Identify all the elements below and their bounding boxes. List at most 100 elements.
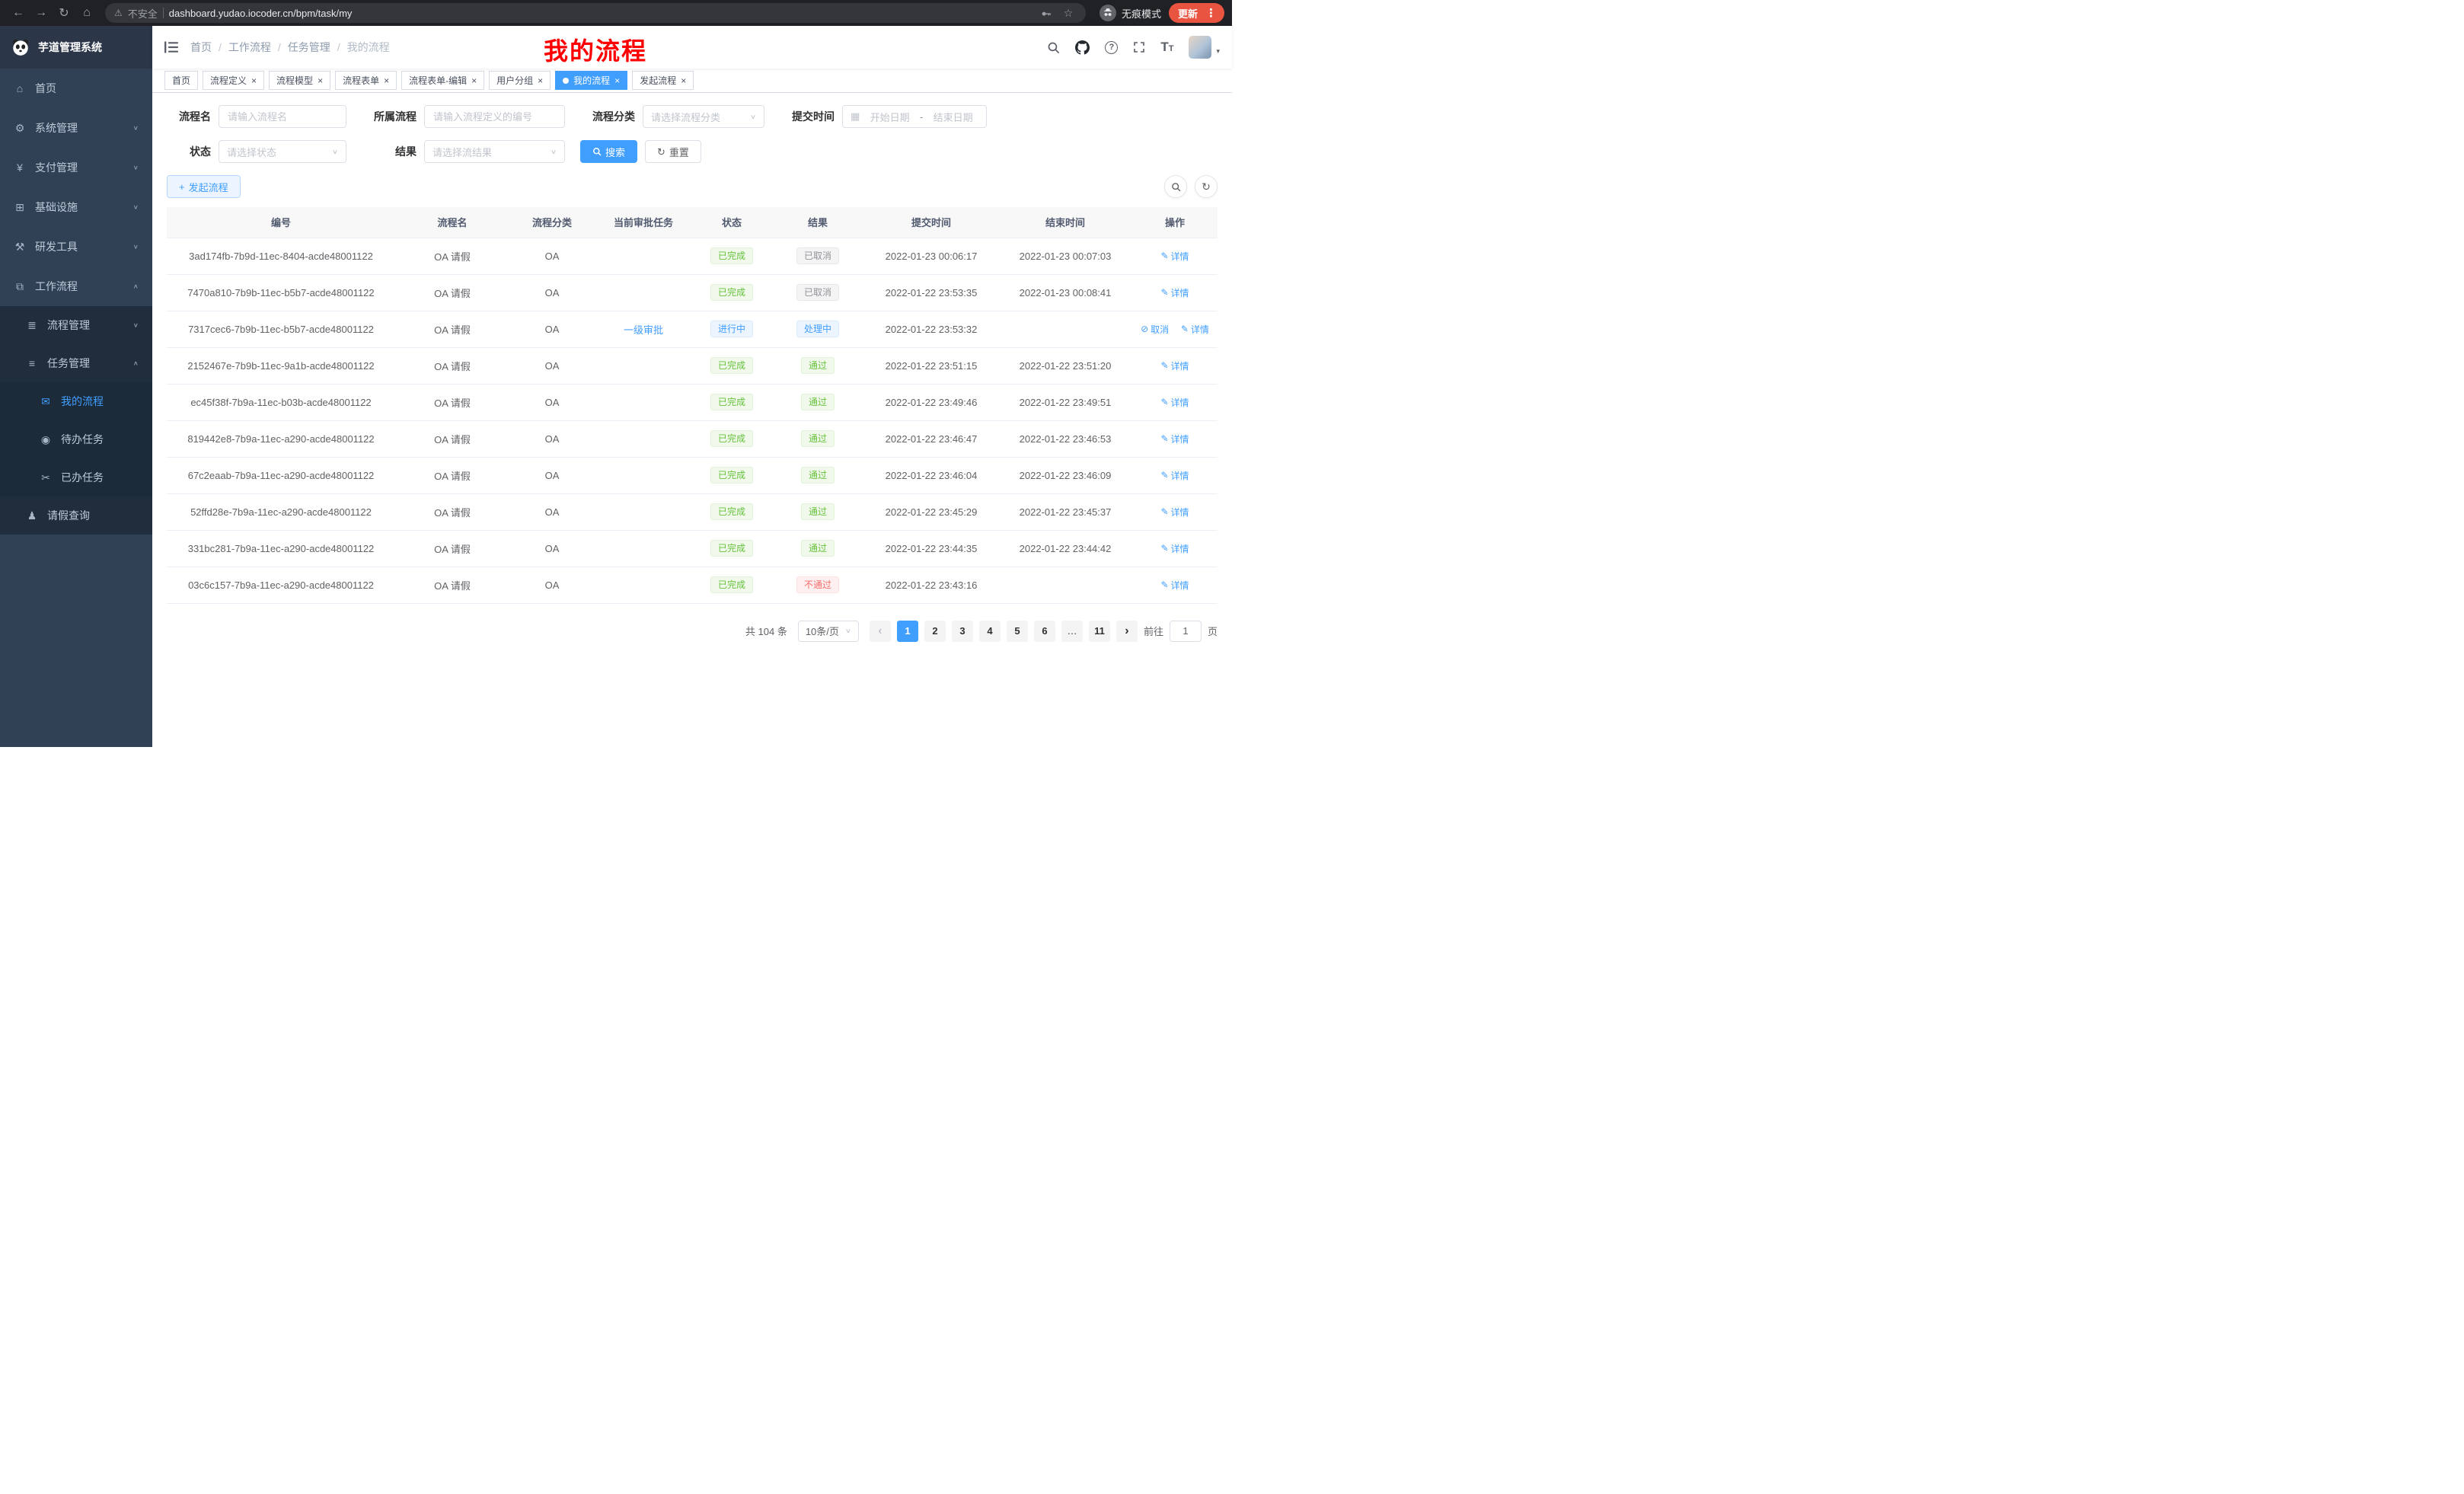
detail-link[interactable]: ✎ 详情: [1160, 506, 1189, 519]
close-icon[interactable]: ×: [251, 76, 257, 85]
bookmark-star-icon[interactable]: ☆: [1060, 5, 1077, 21]
hamburger-icon[interactable]: [164, 41, 178, 53]
sidebar-item-payment[interactable]: ¥ 支付管理 ∨: [0, 148, 152, 187]
current-task-link[interactable]: 一级审批: [624, 324, 663, 336]
sidebar-item-process-management[interactable]: ≣ 流程管理 ∨: [0, 306, 152, 344]
tab[interactable]: 我的流程 ×: [555, 71, 627, 90]
sidebar-item-my-process[interactable]: ✉ 我的流程: [0, 382, 152, 420]
breadcrumb-item[interactable]: 工作流程: [228, 40, 271, 55]
edit-icon: ✎: [1160, 251, 1168, 261]
avatar[interactable]: [1189, 36, 1211, 59]
close-icon[interactable]: ×: [538, 76, 543, 85]
font-size-icon[interactable]: TT: [1160, 40, 1173, 55]
detail-link[interactable]: ✎ 详情: [1160, 542, 1189, 555]
tab[interactable]: 流程表单 ×: [335, 71, 397, 90]
submit-time-range-picker[interactable]: ▦ 开始日期 - 结束日期: [842, 105, 987, 128]
tab[interactable]: 流程模型 ×: [269, 71, 330, 90]
kebab-menu-icon[interactable]: ⋮: [1201, 6, 1221, 20]
search-icon[interactable]: [1047, 41, 1060, 54]
detail-link[interactable]: ✎ 详情: [1160, 396, 1189, 409]
detail-link[interactable]: ✎ 详情: [1181, 323, 1209, 336]
end-date-placeholder[interactable]: 结束日期: [927, 110, 978, 124]
page-number-button[interactable]: 11: [1089, 621, 1110, 642]
page-number-button[interactable]: 2: [924, 621, 946, 642]
search-button[interactable]: 搜索: [580, 140, 637, 163]
breadcrumb-item[interactable]: 任务管理: [288, 40, 330, 55]
sidebar-item-system[interactable]: ⚙ 系统管理 ∨: [0, 108, 152, 148]
github-icon[interactable]: [1075, 40, 1090, 55]
tab[interactable]: 流程表单-编辑 ×: [401, 71, 484, 90]
next-page-button[interactable]: ›: [1116, 621, 1138, 642]
cell-status: 已完成: [692, 530, 771, 567]
sidebar-item-leave-query[interactable]: ♟ 请假查询: [0, 496, 152, 535]
detail-link[interactable]: ✎ 详情: [1160, 359, 1189, 372]
url-text[interactable]: dashboard.yudao.iocoder.cn/bpm/task/my: [169, 8, 353, 19]
sidebar-item-workflow[interactable]: ⧉ 工作流程 ∧: [0, 267, 152, 306]
forward-icon[interactable]: →: [30, 2, 52, 24]
process-name-input[interactable]: [219, 105, 346, 128]
sidebar-item-done-tasks[interactable]: ✂ 已办任务: [0, 458, 152, 496]
address-bar[interactable]: ⚠ 不安全 dashboard.yudao.iocoder.cn/bpm/tas…: [105, 3, 1086, 23]
page-number-button[interactable]: 4: [979, 621, 1001, 642]
sidebar-item-devtools[interactable]: ⚒ 研发工具 ∨: [0, 227, 152, 267]
page-number-button[interactable]: 3: [952, 621, 973, 642]
close-icon[interactable]: ×: [384, 76, 389, 85]
sidebar-item-todo-tasks[interactable]: ◉ 待办任务: [0, 420, 152, 458]
cancel-link[interactable]: ⊘ 取消: [1141, 323, 1169, 336]
sidebar-item-home[interactable]: ⌂ 首页: [0, 69, 152, 108]
tab[interactable]: 用户分组 ×: [489, 71, 551, 90]
cell-category: OA: [509, 347, 595, 384]
sidebar-item-task-management[interactable]: ≡ 任务管理 ∧: [0, 344, 152, 382]
back-icon[interactable]: ←: [8, 2, 29, 24]
page-number-button[interactable]: …: [1061, 621, 1083, 642]
tab[interactable]: 流程定义 ×: [203, 71, 264, 90]
chevron-down-icon: ∨: [133, 244, 139, 251]
security-label[interactable]: 不安全: [128, 6, 158, 21]
browser-home-icon[interactable]: ⌂: [76, 2, 97, 24]
process-def-input[interactable]: [424, 105, 565, 128]
close-icon[interactable]: ×: [318, 76, 323, 85]
close-icon[interactable]: ×: [614, 76, 620, 85]
tab[interactable]: 发起流程 ×: [632, 71, 694, 90]
sidebar-item-label: 基础设施: [35, 200, 78, 215]
detail-link[interactable]: ✎ 详情: [1160, 433, 1189, 445]
close-icon[interactable]: ×: [471, 76, 477, 85]
sidebar-item-infrastructure[interactable]: ⊞ 基础设施 ∨: [0, 187, 152, 227]
page-size-select[interactable]: 10条/页 ∨: [798, 621, 859, 642]
edit-icon: ✎: [1181, 324, 1189, 334]
chevron-down-icon[interactable]: ▾: [1216, 47, 1220, 56]
close-icon[interactable]: ×: [681, 76, 686, 85]
cell-current-task: [595, 420, 692, 457]
reload-icon[interactable]: ↻: [53, 2, 75, 24]
category-select[interactable]: 请选择流程分类 ∨: [643, 105, 764, 128]
status-tag: 已完成: [710, 430, 753, 447]
sidebar-item-label: 请假查询: [47, 508, 90, 523]
refresh-button[interactable]: ↻: [1195, 175, 1218, 198]
status-select[interactable]: 请选择状态 ∨: [219, 140, 346, 163]
create-process-button[interactable]: + 发起流程: [167, 175, 241, 198]
key-icon[interactable]: [1038, 5, 1055, 21]
start-date-placeholder[interactable]: 开始日期: [864, 110, 915, 124]
page-jump-input[interactable]: [1170, 621, 1202, 642]
detail-link[interactable]: ✎ 详情: [1160, 579, 1189, 592]
cell-process-name: OA 请假: [395, 530, 509, 567]
help-icon[interactable]: ?: [1105, 41, 1118, 54]
cell-submit-time: 2022-01-22 23:43:16: [864, 567, 998, 603]
category-label: 流程分类: [580, 109, 635, 124]
update-button[interactable]: 更新 ⋮: [1169, 3, 1224, 23]
detail-link[interactable]: ✎ 详情: [1160, 250, 1189, 263]
page-number-button[interactable]: 1: [897, 621, 918, 642]
breadcrumb-item[interactable]: 首页: [190, 40, 212, 55]
prev-page-button[interactable]: ‹: [870, 621, 891, 642]
app-logo[interactable]: 芋道管理系统: [0, 26, 152, 69]
fullscreen-icon[interactable]: [1133, 41, 1145, 53]
detail-link[interactable]: ✎ 详情: [1160, 469, 1189, 482]
page-number-button[interactable]: 5: [1007, 621, 1028, 642]
reset-button[interactable]: ↻ 重置: [645, 140, 701, 163]
toggle-search-button[interactable]: [1164, 175, 1187, 198]
tab[interactable]: 首页 ×: [164, 71, 198, 90]
result-select[interactable]: 请选择流结果 ∨: [424, 140, 565, 163]
detail-link[interactable]: ✎ 详情: [1160, 286, 1189, 299]
page-number-button[interactable]: 6: [1034, 621, 1055, 642]
edit-icon: ✎: [1160, 579, 1168, 590]
